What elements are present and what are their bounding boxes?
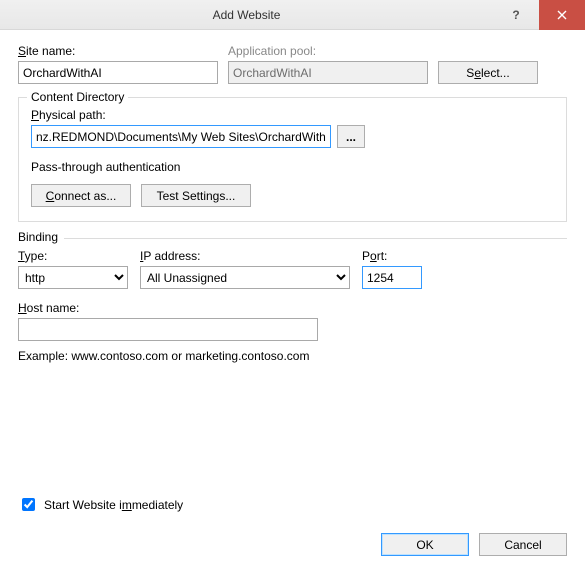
close-button[interactable] xyxy=(539,0,585,30)
binding-separator: Binding xyxy=(18,238,567,239)
start-immediately-checkbox[interactable] xyxy=(22,498,35,511)
app-pool-input xyxy=(228,61,428,84)
type-label: Type: xyxy=(18,249,128,263)
cancel-button[interactable]: Cancel xyxy=(479,533,567,556)
start-immediately-label: Start Website immediately xyxy=(44,498,183,512)
host-name-input[interactable] xyxy=(18,318,318,341)
port-input[interactable] xyxy=(362,266,422,289)
host-name-label: Host name: xyxy=(18,301,318,315)
content-directory-group: Content Directory Physical path: ... Pas… xyxy=(18,97,567,222)
ip-address-select[interactable]: All Unassigned xyxy=(140,266,350,289)
window-title: Add Website xyxy=(0,8,493,22)
close-icon xyxy=(557,10,567,20)
type-select[interactable]: http xyxy=(18,266,128,289)
select-app-pool-button[interactable]: Select... xyxy=(438,61,538,84)
title-bar: Add Website ? xyxy=(0,0,585,30)
physical-path-label: Physical path: xyxy=(31,108,391,122)
site-name-label-text: ite name: xyxy=(26,44,75,58)
binding-title: Binding xyxy=(18,230,64,244)
content-directory-title: Content Directory xyxy=(27,90,128,104)
ip-address-label: IP address: xyxy=(140,249,350,263)
help-button[interactable]: ? xyxy=(493,0,539,30)
test-settings-button[interactable]: Test Settings... xyxy=(141,184,251,207)
site-name-label: Site name: xyxy=(18,44,218,58)
connect-as-button[interactable]: Connect as... xyxy=(31,184,131,207)
site-name-input[interactable] xyxy=(18,61,218,84)
browse-button[interactable]: ... xyxy=(337,125,365,148)
port-label: Port: xyxy=(362,249,422,263)
passthrough-label: Pass-through authentication xyxy=(31,160,554,174)
app-pool-label: Application pool: xyxy=(228,44,428,58)
host-name-example: Example: www.contoso.com or marketing.co… xyxy=(18,349,567,363)
physical-path-input[interactable] xyxy=(31,125,331,148)
ok-button[interactable]: OK xyxy=(381,533,469,556)
help-icon: ? xyxy=(512,8,519,22)
